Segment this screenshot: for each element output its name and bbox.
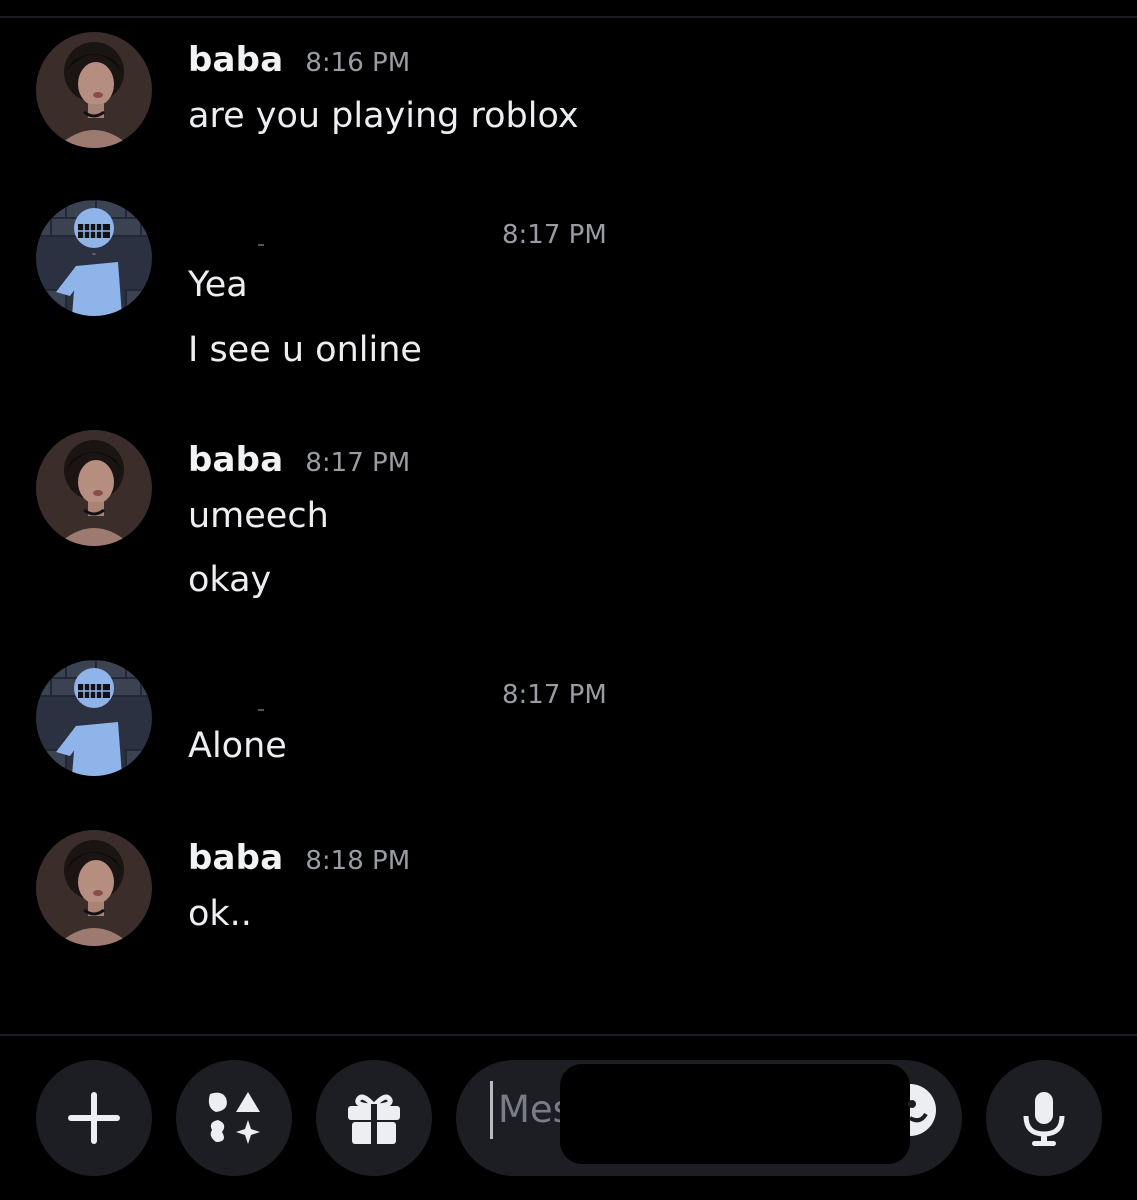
timestamp: 8:17 PM	[305, 448, 411, 478]
top-divider	[0, 16, 1137, 18]
timestamp: 8:17 PM	[502, 680, 607, 710]
photo-avatar-icon[interactable]	[36, 32, 152, 148]
voice-message-button[interactable]	[986, 1060, 1102, 1176]
redaction-mark	[258, 709, 264, 711]
gift-icon	[348, 1094, 400, 1144]
timestamp: 8:17 PM	[502, 220, 607, 250]
gift-button[interactable]	[316, 1060, 432, 1176]
message-text: Yea	[188, 265, 248, 305]
microphone-icon	[1023, 1092, 1065, 1146]
svg-text:~: ~	[92, 252, 96, 258]
timestamp: 8:18 PM	[305, 846, 411, 876]
username[interactable]: baba	[188, 838, 283, 878]
composer-divider	[0, 1034, 1137, 1036]
emoji-icon[interactable]	[890, 1080, 940, 1140]
photo-avatar-icon[interactable]	[36, 830, 152, 946]
apps-button[interactable]	[176, 1060, 292, 1176]
photo-avatar-icon[interactable]	[36, 430, 152, 546]
apps-icon	[208, 1092, 260, 1144]
redaction-overlay	[560, 1064, 910, 1164]
message-text: ok..	[188, 894, 252, 934]
cartoon-avatar-icon[interactable]	[36, 660, 152, 776]
cartoon-avatar-icon[interactable]: ~	[36, 200, 152, 316]
add-attachment-button[interactable]	[36, 1060, 152, 1176]
message-text: umeech	[188, 496, 329, 536]
text-caret	[490, 1081, 493, 1139]
timestamp: 8:16 PM	[305, 48, 411, 78]
message-text: I see u online	[188, 330, 422, 370]
plus-icon	[68, 1092, 120, 1144]
message-text: are you playing roblox	[188, 96, 579, 136]
username[interactable]: baba	[188, 40, 283, 80]
message-text: Alone	[188, 726, 287, 766]
message-text: okay	[188, 560, 272, 600]
username[interactable]: baba	[188, 440, 283, 480]
chat-screen: baba 8:16 PM are you playing roblox ~ 8:…	[0, 0, 1137, 1200]
redaction-mark	[258, 244, 264, 246]
